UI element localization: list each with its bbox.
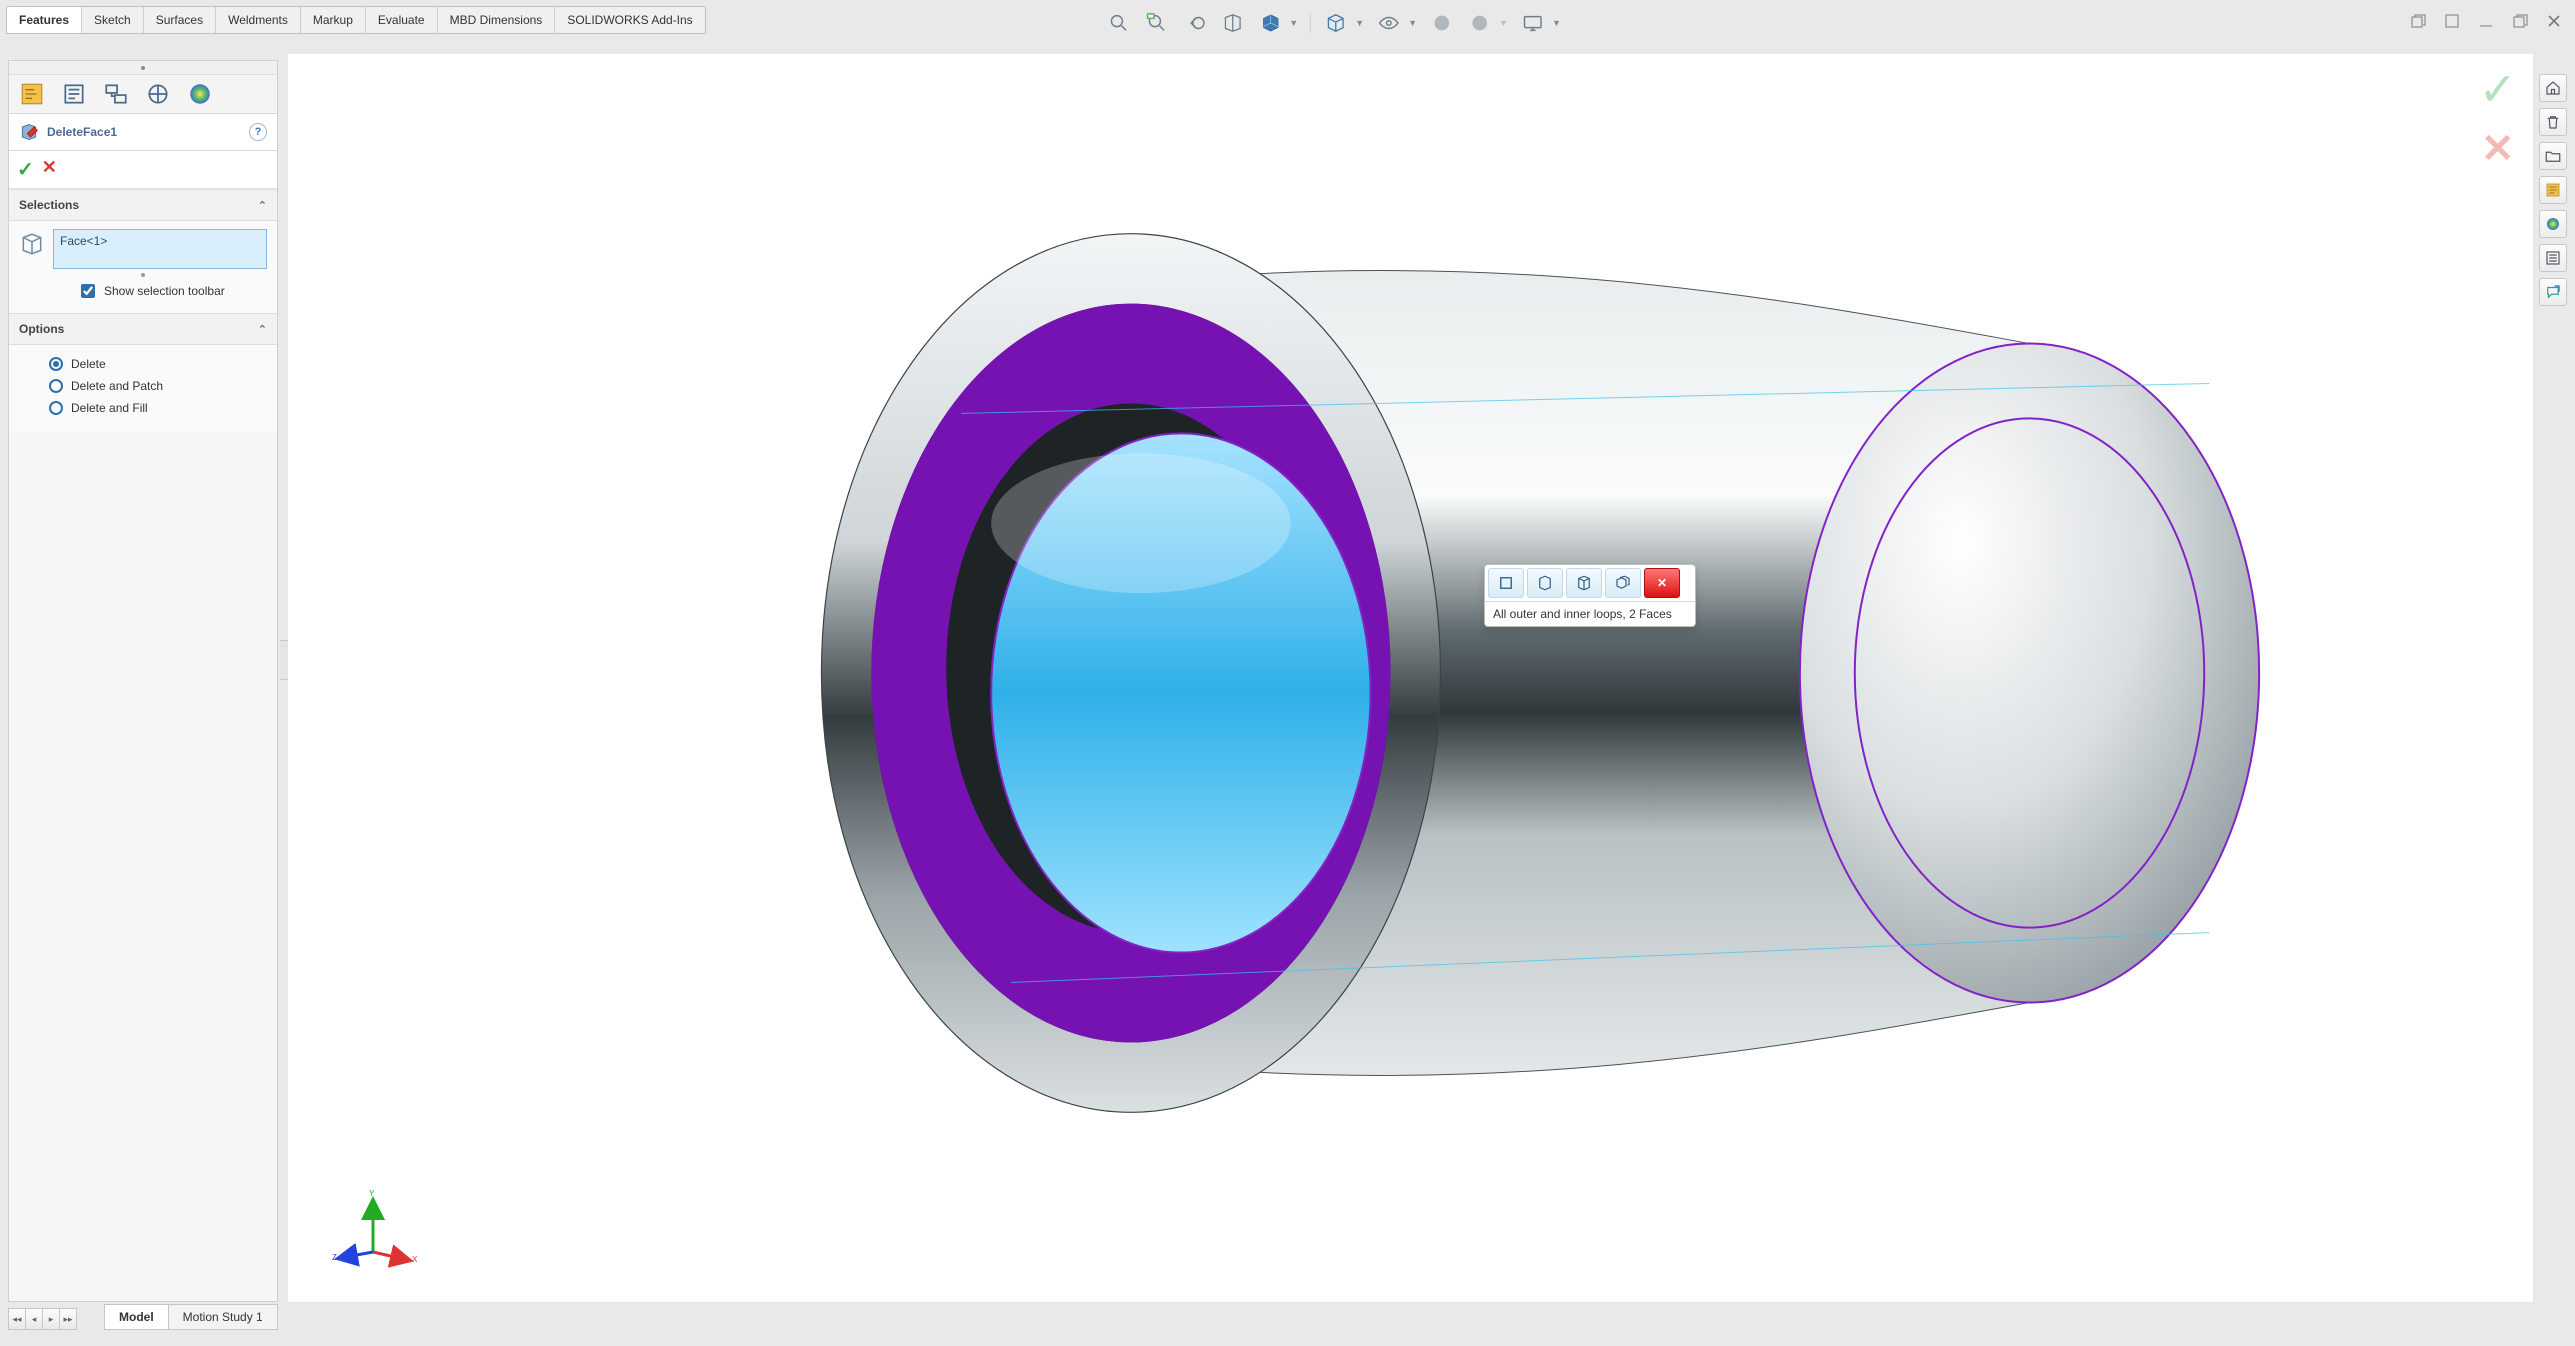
context-tooltip: All outer and inner loops, 2 Faces <box>1485 602 1695 626</box>
option-delete[interactable]: Delete <box>19 353 267 375</box>
apply-scene-icon[interactable] <box>1467 10 1493 36</box>
tab-weldments[interactable]: Weldments <box>216 7 301 33</box>
show-selection-toolbar-checkbox[interactable] <box>81 284 95 298</box>
feature-manager-panel: DeleteFace1 ? ✓ ✕ Selections ⌃ Face<1> S… <box>8 60 278 1302</box>
section-view-icon[interactable] <box>1219 10 1245 36</box>
origin-triad-icon: X Y Z <box>328 1182 418 1272</box>
tab-mbd-dimensions[interactable]: MBD Dimensions <box>438 7 556 33</box>
pm-confirm-bar: ✓ ✕ <box>9 151 277 189</box>
dropdown-caret[interactable]: ▼ <box>1499 18 1508 28</box>
dimxpert-tab-icon[interactable] <box>145 81 171 107</box>
group-selections-header[interactable]: Selections ⌃ <box>9 189 277 221</box>
view-orientation-icon[interactable] <box>1257 10 1283 36</box>
tab-motion-study[interactable]: Motion Study 1 <box>168 1304 278 1330</box>
select-connected-icon[interactable] <box>1566 568 1602 598</box>
custom-properties-icon[interactable] <box>2539 244 2567 272</box>
group-options-header[interactable]: Options ⌃ <box>9 313 277 345</box>
doc-maximize-icon[interactable] <box>2441 10 2463 32</box>
radio-icon[interactable] <box>49 357 63 371</box>
panel-grip[interactable] <box>9 61 277 75</box>
show-selection-toolbar-label: Show selection toolbar <box>104 284 225 298</box>
propertymanager-tab-icon[interactable] <box>61 81 87 107</box>
propertymanager-title: DeleteFace1 ? <box>9 114 277 151</box>
tab-surfaces[interactable]: Surfaces <box>144 7 216 33</box>
pager-first[interactable]: ◂◂ <box>8 1308 26 1330</box>
option-delete-and-fill[interactable]: Delete and Fill <box>19 397 267 419</box>
pager-prev[interactable]: ◂ <box>25 1308 43 1330</box>
tab-markup[interactable]: Markup <box>301 7 366 33</box>
ok-button[interactable]: ✓ <box>17 157 34 182</box>
dropdown-caret[interactable]: ▼ <box>1552 18 1561 28</box>
pager-next[interactable]: ▸ <box>42 1308 60 1330</box>
forum-icon[interactable] <box>2539 278 2567 306</box>
group-options-body: Delete Delete and Patch Delete and Fill <box>9 345 277 431</box>
face-selection-icon <box>19 231 45 257</box>
design-library-icon[interactable] <box>2539 176 2567 204</box>
radio-icon[interactable] <box>49 401 63 415</box>
option-label: Delete and Patch <box>71 379 163 393</box>
tab-evaluate[interactable]: Evaluate <box>366 7 438 33</box>
group-selections-label: Selections <box>19 198 79 212</box>
display-style-icon[interactable] <box>1323 10 1349 36</box>
close-toolbar-button[interactable]: ✕ <box>1644 568 1680 598</box>
option-delete-and-patch[interactable]: Delete and Patch <box>19 375 267 397</box>
select-loop-icon[interactable] <box>1488 568 1524 598</box>
window-controls <box>2407 10 2565 32</box>
app-restore-icon[interactable] <box>2509 10 2531 32</box>
selection-item[interactable]: Face<1> <box>60 234 260 248</box>
option-label: Delete and Fill <box>71 401 148 415</box>
task-pane <box>2537 74 2569 306</box>
zoom-area-icon[interactable] <box>1143 10 1169 36</box>
tab-model[interactable]: Model <box>104 1304 169 1330</box>
pager-last[interactable]: ▸▸ <box>59 1308 77 1330</box>
svg-text:Z: Z <box>332 1253 337 1262</box>
selection-listbox[interactable]: Face<1> <box>53 229 267 269</box>
dropdown-caret[interactable]: ▼ <box>1289 18 1298 28</box>
group-selections-body: Face<1> Show selection toolbar <box>9 221 277 313</box>
home-icon[interactable] <box>2539 74 2567 102</box>
command-manager-tabs: Features Sketch Surfaces Weldments Marku… <box>6 6 706 34</box>
model-view-svg <box>288 54 2533 1302</box>
show-selection-toolbar-row[interactable]: Show selection toolbar <box>19 277 267 301</box>
status-bar <box>6 1330 2569 1344</box>
view-pager: ◂◂ ◂ ▸ ▸▸ <box>8 1308 76 1330</box>
cancel-button[interactable]: ✕ <box>42 157 57 182</box>
app-minimize-icon[interactable] <box>2475 10 2497 32</box>
bottom-tabs: Model Motion Study 1 <box>104 1304 277 1330</box>
hide-show-icon[interactable] <box>1376 10 1402 36</box>
svg-text:X: X <box>412 1255 418 1264</box>
zoom-to-fit-icon[interactable] <box>1105 10 1131 36</box>
tab-addins[interactable]: SOLIDWORKS Add-Ins <box>555 7 704 33</box>
folder-icon[interactable] <box>2539 142 2567 170</box>
app-close-icon[interactable] <box>2543 10 2565 32</box>
tab-sketch[interactable]: Sketch <box>82 7 144 33</box>
select-tangency-icon[interactable] <box>1527 568 1563 598</box>
collapse-icon: ⌃ <box>258 323 267 336</box>
dropdown-caret[interactable]: ▼ <box>1355 18 1364 28</box>
manager-tabs <box>9 75 277 114</box>
option-label: Delete <box>71 357 106 371</box>
edit-appearance-icon[interactable] <box>1429 10 1455 36</box>
doc-restore-icon[interactable] <box>2407 10 2429 32</box>
tab-features[interactable]: Features <box>7 7 82 33</box>
collapse-icon: ⌃ <box>258 199 267 212</box>
radio-icon[interactable] <box>49 379 63 393</box>
view-settings-icon[interactable] <box>1520 10 1546 36</box>
dropdown-caret[interactable]: ▼ <box>1408 18 1417 28</box>
configurationmanager-tab-icon[interactable] <box>103 81 129 107</box>
deleteface-icon <box>19 122 39 142</box>
heads-up-view-toolbar: ▼ ▼ ▼ ▼ ▼ <box>1105 10 1561 36</box>
help-icon[interactable]: ? <box>249 123 267 141</box>
displaymanager-tab-icon[interactable] <box>187 81 213 107</box>
previous-view-icon[interactable] <box>1181 10 1207 36</box>
group-options-label: Options <box>19 322 64 336</box>
select-all-icon[interactable] <box>1605 568 1641 598</box>
svg-text:Y: Y <box>369 1189 375 1198</box>
graphics-area[interactable]: ✓ ✕ <box>288 54 2533 1302</box>
appearances-icon[interactable] <box>2539 210 2567 238</box>
feature-tree-tab-icon[interactable] <box>19 81 45 107</box>
selection-context-toolbar: ✕ All outer and inner loops, 2 Faces <box>1484 564 1696 627</box>
pm-title-text: DeleteFace1 <box>47 125 117 139</box>
trash-icon[interactable] <box>2539 108 2567 136</box>
